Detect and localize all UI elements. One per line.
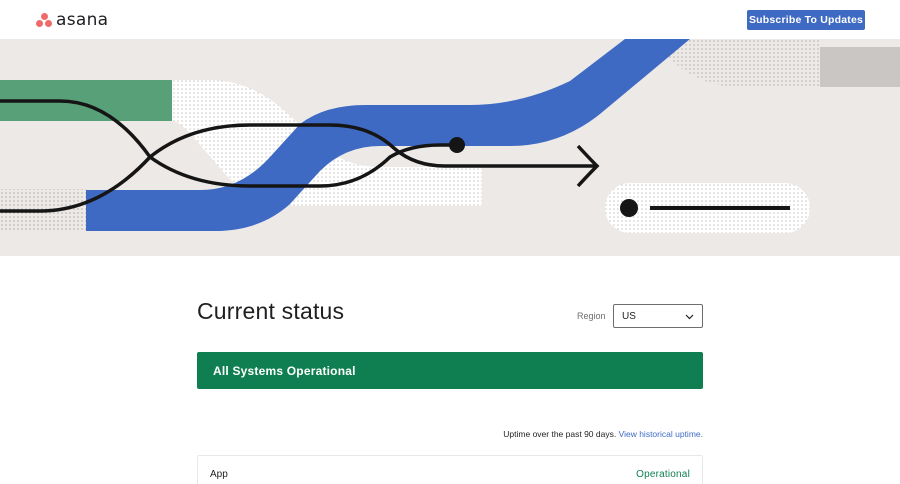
- asana-logo[interactable]: asana: [36, 10, 108, 30]
- component-row: App Operational: [197, 455, 703, 484]
- logo-text: asana: [56, 10, 109, 30]
- page-title: Current status: [197, 298, 345, 324]
- view-historical-uptime-link[interactable]: View historical uptime.: [619, 429, 703, 439]
- subscribe-button[interactable]: Subscribe To Updates: [747, 10, 865, 30]
- status-banner-text: All Systems Operational: [213, 363, 356, 378]
- hero-illustration: [0, 39, 900, 256]
- component-status: Operational: [636, 469, 690, 480]
- chevron-down-icon: [685, 314, 694, 320]
- top-bar: asana Subscribe To Updates: [0, 0, 900, 39]
- region-select[interactable]: US: [613, 304, 703, 328]
- region-selected-value: US: [622, 311, 636, 322]
- uptime-text: Uptime over the past 90 days.: [503, 429, 617, 439]
- component-name: App: [210, 469, 228, 480]
- status-banner: All Systems Operational: [197, 352, 703, 389]
- region-label: Region: [577, 311, 606, 321]
- asana-dots-logo-icon: [36, 12, 52, 28]
- uptime-info: Uptime over the past 90 days. View histo…: [503, 429, 703, 439]
